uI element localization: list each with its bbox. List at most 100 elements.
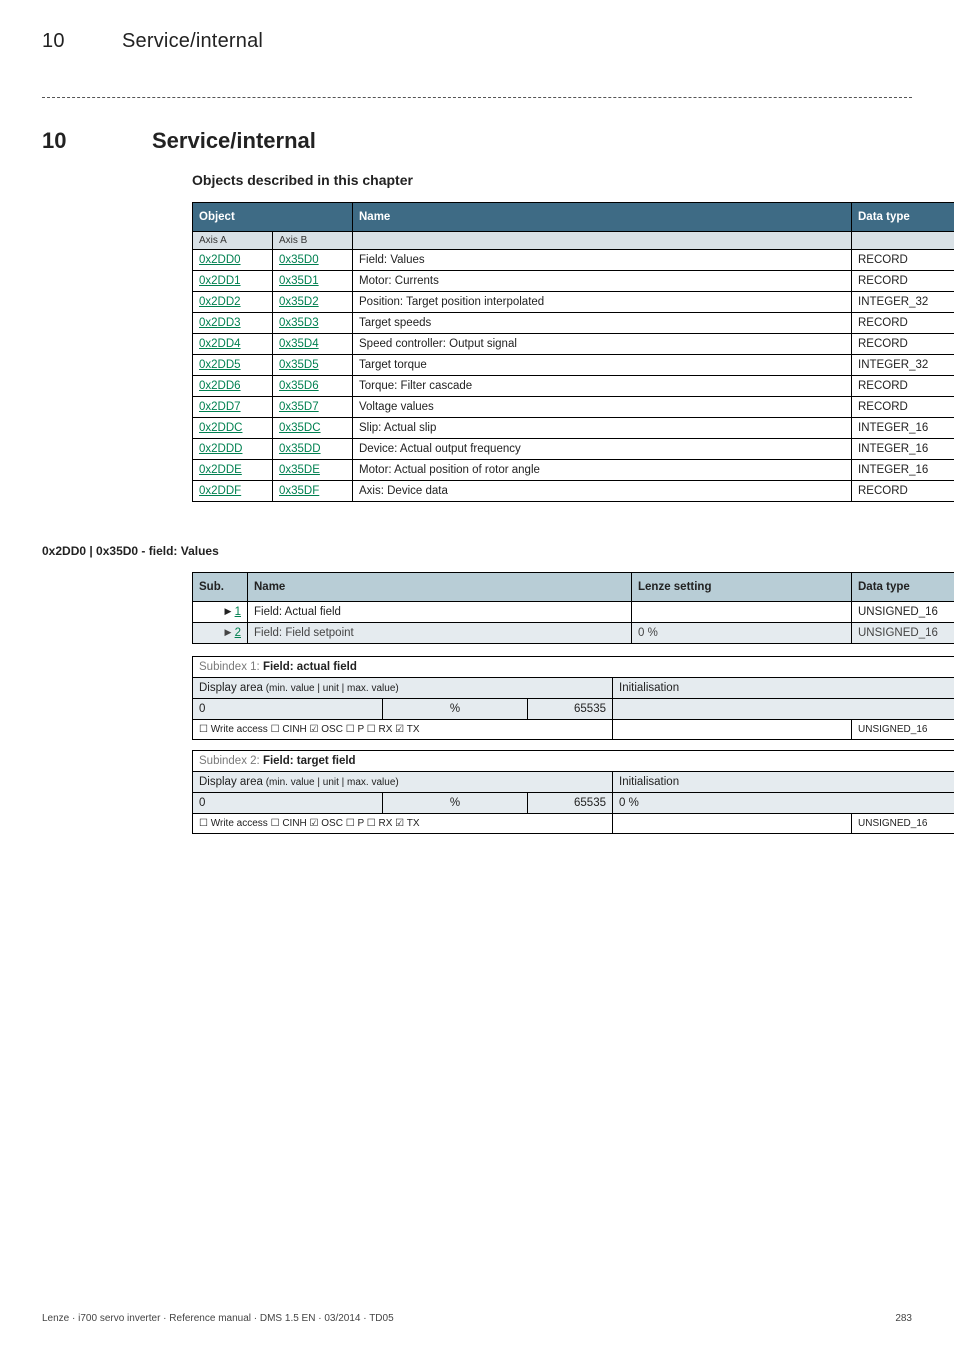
subindex-summary-table: Sub. Name Lenze setting Data type ▶ 1 Fi… bbox=[192, 572, 954, 644]
running-header-num: 10 bbox=[42, 30, 122, 53]
objects-chapter-heading: Objects described in this chapter bbox=[192, 172, 912, 188]
initialisation-label: Initialisation bbox=[613, 772, 954, 793]
obj-link-a[interactable]: 0x2DDC bbox=[199, 422, 242, 434]
triangle-icon: ▶ bbox=[224, 606, 231, 616]
init-value bbox=[613, 699, 954, 720]
table-row: 0x2DD2 0x35D2 Position: Target position in… bbox=[193, 292, 954, 313]
obj-dt: RECORD bbox=[852, 271, 954, 292]
section-number: 10 bbox=[42, 128, 152, 154]
obj-dt: RECORD bbox=[852, 313, 954, 334]
separator-dashes bbox=[42, 97, 912, 98]
max-value: 65535 bbox=[528, 699, 613, 720]
table-row: ▶ 1 Field: Actual field UNSIGNED_16 bbox=[193, 602, 954, 623]
col-name: Name bbox=[353, 203, 852, 232]
obj-link-a[interactable]: 0x2DDF bbox=[199, 485, 241, 497]
obj-dt: INTEGER_16 bbox=[852, 439, 954, 460]
sub-lenze: 0 % bbox=[632, 623, 852, 644]
obj-name: Device: Actual output frequency bbox=[353, 439, 852, 460]
table-row: 0x2DDE 0x35DE Motor: Actual position of ro… bbox=[193, 460, 954, 481]
obj-name: Target speeds bbox=[353, 313, 852, 334]
obj-name: Field: Values bbox=[353, 250, 852, 271]
sub-link[interactable]: 2 bbox=[235, 627, 241, 639]
obj-link-b[interactable]: 0x35DF bbox=[279, 485, 319, 497]
sub-link[interactable]: 1 bbox=[235, 606, 241, 618]
unit-value: % bbox=[383, 793, 528, 814]
detail-title: Subindex 2: Field: target field bbox=[193, 751, 954, 772]
obj-dt: RECORD bbox=[852, 397, 954, 418]
obj-link-a[interactable]: 0x2DD7 bbox=[199, 401, 241, 413]
obj-name: Motor: Actual position of rotor angle bbox=[353, 460, 852, 481]
col-dt: Data type bbox=[852, 573, 954, 602]
obj-link-b[interactable]: 0x35D7 bbox=[279, 401, 319, 413]
obj-link-a[interactable]: 0x2DD6 bbox=[199, 380, 241, 392]
init-value: 0 % bbox=[613, 793, 954, 814]
detail-title: Subindex 1: Field: actual field bbox=[193, 657, 954, 678]
obj-dt: INTEGER_16 bbox=[852, 460, 954, 481]
obj-link-b[interactable]: 0x35D1 bbox=[279, 275, 319, 287]
obj-link-a[interactable]: 0x2DD4 bbox=[199, 338, 241, 350]
obj-link-b[interactable]: 0x35D6 bbox=[279, 380, 319, 392]
sub-name: Field: Field setpoint bbox=[248, 623, 632, 644]
table-row: 0x2DD7 0x35D7 Voltage valuesRECORD bbox=[193, 397, 954, 418]
running-header-title: Service/internal bbox=[122, 30, 263, 52]
table-row: 0x2DD1 0x35D1 Motor: CurrentsRECORD bbox=[193, 271, 954, 292]
obj-link-b[interactable]: 0x35D2 bbox=[279, 296, 319, 308]
objects-table: Object Name Data type Axis A Axis B 0x2D… bbox=[192, 202, 954, 502]
sub-dt: UNSIGNED_16 bbox=[852, 623, 954, 644]
obj-link-b[interactable]: 0x35D5 bbox=[279, 359, 319, 371]
obj-dt: INTEGER_16 bbox=[852, 418, 954, 439]
min-value: 0 bbox=[193, 699, 383, 720]
col-object: Object bbox=[193, 203, 353, 232]
obj-dt: RECORD bbox=[852, 250, 954, 271]
obj-name: Slip: Actual slip bbox=[353, 418, 852, 439]
obj-link-b[interactable]: 0x35D4 bbox=[279, 338, 319, 350]
triangle-icon: ▶ bbox=[224, 627, 231, 637]
obj-name: Position: Target position interpolated bbox=[353, 292, 852, 313]
obj-name: Voltage values bbox=[353, 397, 852, 418]
obj-name: Axis: Device data bbox=[353, 481, 852, 502]
col-sub: Sub. bbox=[193, 573, 248, 602]
obj-link-a[interactable]: 0x2DD2 bbox=[199, 296, 241, 308]
obj-link-a[interactable]: 0x2DDD bbox=[199, 443, 242, 455]
access-flags: ☐ Write access ☐ CINH ☑ OSC ☐ P ☐ RX ☑ T… bbox=[193, 814, 613, 834]
obj-link-a[interactable]: 0x2DD0 bbox=[199, 254, 241, 266]
detail-dt: UNSIGNED_16 bbox=[852, 814, 954, 834]
access-flags: ☐ Write access ☐ CINH ☑ OSC ☐ P ☐ RX ☑ T… bbox=[193, 720, 613, 740]
subindex-2-detail: Subindex 2: Field: target field Display … bbox=[192, 750, 954, 834]
sub-name: Field: Actual field bbox=[248, 602, 632, 623]
col-datatype: Data type bbox=[852, 203, 954, 232]
table-row: 0x2DDF 0x35DF Axis: Device dataRECORD bbox=[193, 481, 954, 502]
obj-name: Motor: Currents bbox=[353, 271, 852, 292]
obj-link-a[interactable]: 0x2DD1 bbox=[199, 275, 241, 287]
col-lenze: Lenze setting bbox=[632, 573, 852, 602]
table-row: 0x2DD0 0x35D0 Field: ValuesRECORD bbox=[193, 250, 954, 271]
obj-link-a[interactable]: 0x2DD5 bbox=[199, 359, 241, 371]
obj-dt: RECORD bbox=[852, 376, 954, 397]
obj-link-b[interactable]: 0x35DE bbox=[279, 464, 320, 476]
col-name: Name bbox=[248, 573, 632, 602]
obj-dt: INTEGER_32 bbox=[852, 355, 954, 376]
obj-link-b[interactable]: 0x35DD bbox=[279, 443, 321, 455]
obj-dt: RECORD bbox=[852, 481, 954, 502]
running-header: 10Service/internal bbox=[42, 30, 912, 53]
unit-value: % bbox=[383, 699, 528, 720]
table-row: 0x2DD60x35D6Torque: Filter cascadeRECORD bbox=[193, 376, 954, 397]
detail-dt: UNSIGNED_16 bbox=[852, 720, 954, 740]
footer-text: Lenze · i700 servo inverter · Reference … bbox=[42, 1313, 394, 1324]
table-row: 0x2DD3 0x35D3 Target speedsRECORD bbox=[193, 313, 954, 334]
obj-dt: RECORD bbox=[852, 334, 954, 355]
min-value: 0 bbox=[193, 793, 383, 814]
obj-link-a[interactable]: 0x2DDE bbox=[199, 464, 242, 476]
display-area-label: Display area (min. value | unit | max. v… bbox=[193, 678, 613, 699]
table-row: ▶ 2 Field: Field setpoint 0 % UNSIGNED_1… bbox=[193, 623, 954, 644]
max-value: 65535 bbox=[528, 793, 613, 814]
obj-link-b[interactable]: 0x35D3 bbox=[279, 317, 319, 329]
initialisation-label: Initialisation bbox=[613, 678, 954, 699]
obj-name: Speed controller: Output signal bbox=[353, 334, 852, 355]
subindex-1-detail: Subindex 1: Field: actual field Display … bbox=[192, 656, 954, 740]
obj-link-b[interactable]: 0x35DC bbox=[279, 422, 321, 434]
obj-link-a[interactable]: 0x2DD3 bbox=[199, 317, 241, 329]
axis-a-label: Axis A bbox=[193, 232, 273, 250]
obj-link-b[interactable]: 0x35D0 bbox=[279, 254, 319, 266]
display-area-label: Display area (min. value | unit | max. v… bbox=[193, 772, 613, 793]
